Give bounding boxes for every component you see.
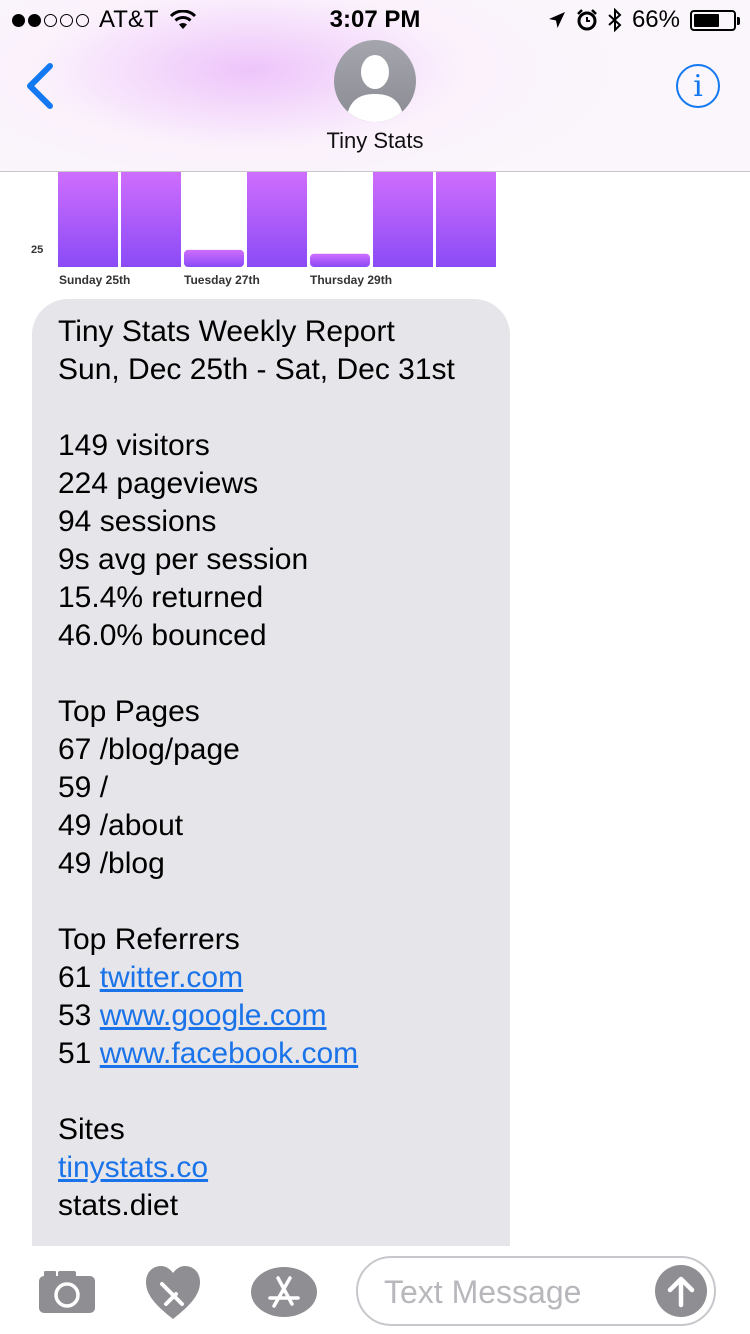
stat-line: 149 visitors	[58, 429, 210, 462]
bluetooth-icon	[608, 8, 622, 32]
chart-bar	[121, 172, 181, 267]
top-pages-heading: Top Pages	[58, 695, 200, 728]
message-bubble[interactable]: Tiny Stats Weekly Report Sun, Dec 25th -…	[32, 299, 510, 1299]
top-page-item: 67 /blog/page	[58, 733, 240, 766]
chart-bar	[247, 172, 307, 267]
person-silhouette-icon	[346, 55, 404, 122]
site-link[interactable]: tinystats.co	[58, 1151, 208, 1184]
y-tick-label: 25	[31, 244, 44, 256]
stat-line: 46.0% bounced	[58, 619, 267, 652]
digital-touch-icon[interactable]	[144, 1264, 202, 1322]
report-title: Tiny Stats Weekly Report	[58, 315, 395, 348]
send-arrow-icon	[667, 1276, 695, 1308]
top-page-item: 49 /about	[58, 809, 184, 842]
sites-heading: Sites	[58, 1113, 125, 1146]
stat-line: 15.4% returned	[58, 581, 264, 614]
info-glyph: i	[693, 68, 703, 104]
referrer-link[interactable]: twitter.com	[100, 961, 243, 994]
chart-bar	[373, 172, 433, 267]
top-page-item: 59 /	[58, 771, 109, 804]
site-item: tinystats.co	[58, 1149, 484, 1187]
compose-bar: Text Message	[0, 1246, 750, 1334]
battery-icon	[690, 9, 740, 31]
site-item: stats.diet	[58, 1189, 179, 1222]
chart-bar	[184, 249, 244, 267]
top-referrers-heading: Top Referrers	[58, 923, 240, 956]
referrer-link[interactable]: www.google.com	[100, 999, 327, 1032]
alarm-icon	[577, 9, 597, 31]
avatar[interactable]	[334, 40, 416, 122]
x-tick-label: Thursday 29th	[310, 273, 393, 287]
referrer-link[interactable]: www.facebook.com	[100, 1037, 358, 1070]
bar-chart	[58, 172, 496, 267]
referrer-item: 61 twitter.com	[58, 959, 484, 997]
stat-line: 9s avg per session	[58, 543, 309, 576]
referrer-count: 61	[58, 961, 92, 994]
chart-bar	[436, 172, 496, 267]
message-input-placeholder: Text Message	[384, 1274, 582, 1310]
location-arrow-icon	[548, 12, 565, 28]
battery-fill	[694, 13, 720, 27]
referrer-count: 53	[58, 999, 92, 1032]
top-page-item: 49 /blog	[58, 847, 165, 880]
message-input[interactable]: Text Message	[356, 1256, 716, 1326]
app-store-icon[interactable]	[250, 1266, 318, 1318]
x-tick-label: Tuesday 27th	[184, 273, 260, 287]
referrer-count: 51	[58, 1037, 92, 1070]
chart-image-attachment[interactable]: 25 Sunday 25th Tuesday 27th Thursday 29t…	[26, 172, 506, 292]
x-tick-label: Sunday 25th	[59, 273, 131, 287]
stat-line: 224 pageviews	[58, 467, 259, 500]
status-bar: AT&T 3:07 PM 66%	[0, 0, 750, 40]
report-date-range: Sun, Dec 25th - Sat, Dec 31st	[58, 353, 455, 386]
chart-bar	[58, 172, 118, 267]
contact-name[interactable]: Tiny Stats	[0, 128, 750, 154]
battery-percent: 66%	[631, 6, 680, 33]
referrer-item: 51 www.facebook.com	[58, 1035, 484, 1073]
chevron-left-icon[interactable]	[20, 62, 60, 110]
send-button[interactable]	[655, 1265, 707, 1317]
stat-line: 94 sessions	[58, 505, 217, 538]
info-icon[interactable]: i	[676, 64, 720, 108]
chart-bar	[310, 253, 370, 267]
referrer-item: 53 www.google.com	[58, 997, 484, 1035]
status-right: 66%	[548, 6, 740, 34]
camera-icon[interactable]	[38, 1268, 96, 1314]
